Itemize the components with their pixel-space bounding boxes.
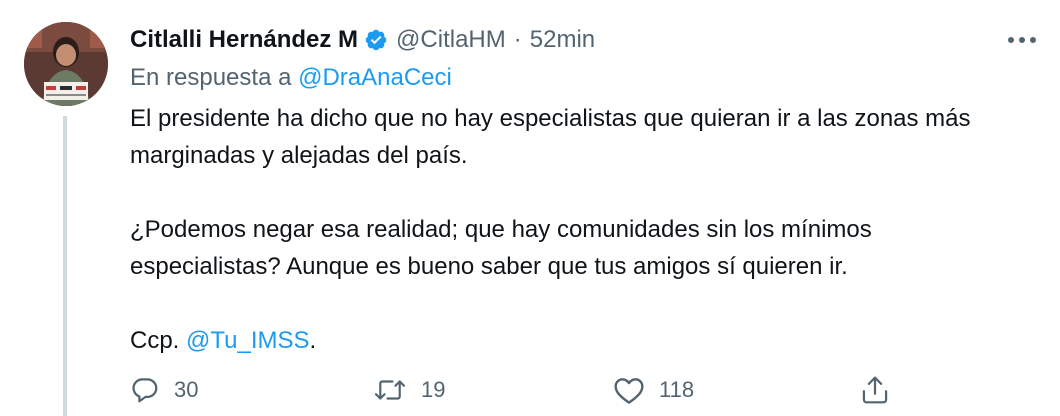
- like-button[interactable]: 118: [613, 368, 694, 412]
- reply-context: En respuesta a @DraAnaCeci: [130, 64, 452, 92]
- tweet-paragraph-3: Ccp. @Tu_IMSS.: [130, 322, 1010, 359]
- retweet-button[interactable]: 19: [373, 368, 445, 412]
- more-options-button[interactable]: [1000, 24, 1044, 56]
- share-icon: [862, 376, 888, 404]
- reply-count: 30: [174, 377, 199, 402]
- avatar-photo: [24, 22, 108, 106]
- tweet-paragraph-1: El presidente ha dicho que no hay especi…: [130, 105, 971, 169]
- tweet-paragraph-2: ¿Podemos negar esa realidad; que hay com…: [130, 216, 872, 280]
- like-count: 118: [659, 377, 695, 402]
- thread-line: [63, 116, 67, 416]
- cc-suffix: .: [309, 327, 317, 354]
- reply-to-mention[interactable]: @DraAnaCeci: [298, 64, 452, 91]
- author-name[interactable]: Citlalli Hernández M: [130, 26, 358, 54]
- retweet-count: 19: [421, 377, 446, 402]
- reply-prefix: En respuesta a: [130, 64, 292, 91]
- heart-icon: [614, 378, 644, 404]
- header-separator: ·: [513, 26, 522, 53]
- author-handle[interactable]: @CitlaHM: [396, 26, 506, 54]
- tweet-header: Citlalli Hernández M @CitlaHM · 52min: [130, 24, 595, 56]
- tweet-text: El presidente ha dicho que no hay especi…: [130, 100, 1010, 359]
- more-icon: [1008, 37, 1036, 43]
- share-button[interactable]: [860, 368, 890, 412]
- retweet-icon: [374, 380, 406, 400]
- cc-prefix: Ccp.: [130, 327, 180, 354]
- tweet-actions: 30 19 118: [130, 368, 1030, 412]
- cc-mention[interactable]: @Tu_IMSS: [186, 327, 310, 354]
- avatar[interactable]: [24, 22, 108, 106]
- tweet-timestamp[interactable]: 52min: [530, 26, 595, 54]
- reply-icon: [132, 378, 158, 403]
- verified-badge-icon: [364, 28, 388, 52]
- reply-button[interactable]: 30: [130, 368, 198, 412]
